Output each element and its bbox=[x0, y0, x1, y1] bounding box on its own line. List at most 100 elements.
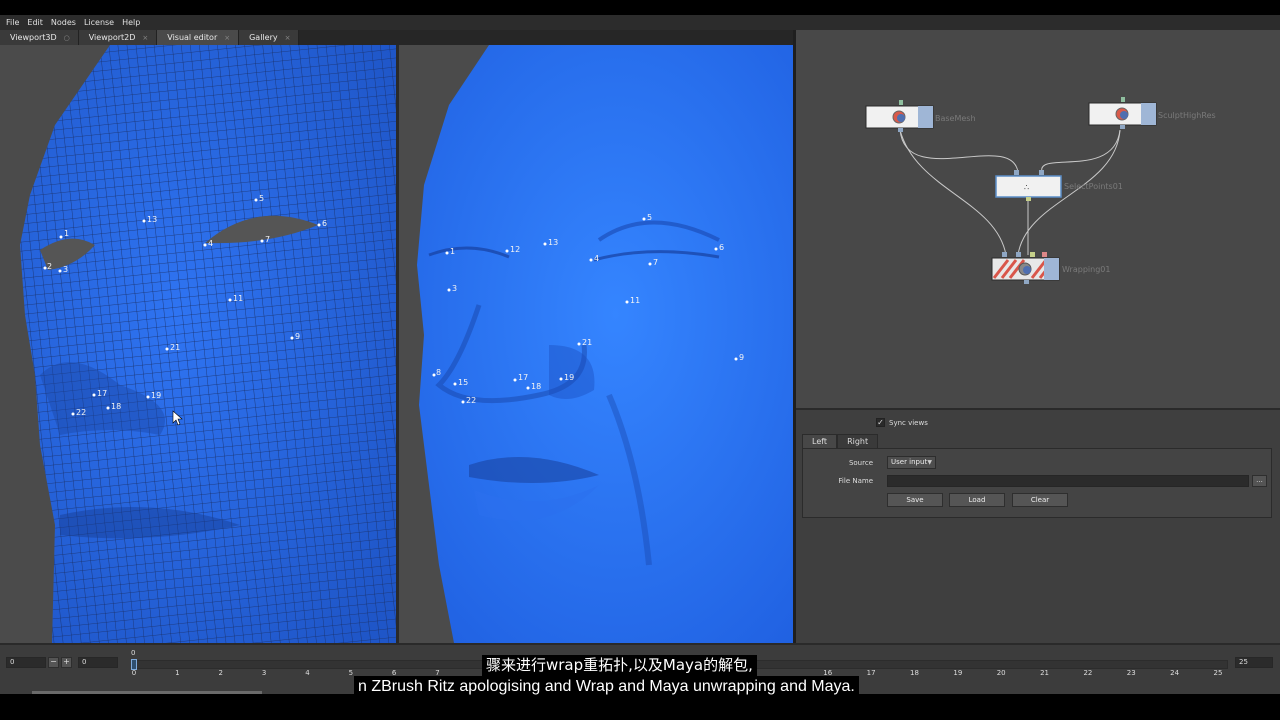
point-label: 1 bbox=[450, 247, 455, 256]
timeline-tick-label: 4 bbox=[305, 669, 310, 677]
timeline-current-marker: 0 bbox=[131, 649, 136, 657]
timeline-tick-label: 25 bbox=[1213, 669, 1223, 677]
node-label: SelectPoints01 bbox=[1064, 182, 1123, 191]
point-label: 8 bbox=[436, 368, 441, 377]
sync-views-row[interactable]: ✓ Sync views bbox=[876, 418, 928, 427]
sculpt-render: 1 12 13 5 4 7 6 3 11 21 9 8 15 17 18 19 … bbox=[417, 45, 793, 643]
left-settings-panel: Source User input ▼ File Name ... Save L… bbox=[802, 448, 1272, 518]
viewport-right-sculpt[interactable]: 1 12 13 5 4 7 6 3 11 21 9 8 15 17 18 19 … bbox=[399, 45, 793, 643]
tab-right[interactable]: Right bbox=[837, 434, 879, 448]
sync-views-label: Sync views bbox=[889, 418, 928, 427]
subtitle-english: n ZBrush Ritz apologising and Wrap and M… bbox=[354, 676, 859, 697]
point-label: 13 bbox=[147, 215, 157, 224]
tab-close-icon[interactable]: × bbox=[142, 34, 148, 42]
menu-license[interactable]: License bbox=[84, 18, 114, 27]
timeline-tick-label: 0 bbox=[131, 669, 137, 677]
point-label: 21 bbox=[582, 338, 592, 347]
tab-close-icon[interactable]: × bbox=[285, 34, 291, 42]
timeline-tick-label: 1 bbox=[175, 669, 180, 677]
timeline-increment-button[interactable]: + bbox=[61, 657, 72, 668]
point-label: 3 bbox=[452, 284, 457, 293]
menu-edit[interactable]: Edit bbox=[27, 18, 43, 27]
point-label: 2 bbox=[47, 262, 52, 271]
tab-label: Gallery bbox=[249, 33, 278, 42]
letterbox-top bbox=[0, 0, 1280, 15]
timeline-tick-label: 20 bbox=[996, 669, 1006, 677]
tab-left[interactable]: Left bbox=[802, 434, 838, 448]
timeline-tick-label: 3 bbox=[261, 669, 267, 677]
tab-label: Viewport2D bbox=[88, 33, 136, 42]
timeline-end-field[interactable]: 25 bbox=[1235, 657, 1273, 668]
timeline-tick-label: 23 bbox=[1126, 669, 1136, 677]
viewport-left-basemesh[interactable]: 1 2 3 4 5 6 7 9 11 13 17 18 19 21 22 bbox=[0, 45, 396, 643]
point-label: 3 bbox=[63, 265, 68, 274]
point-label: 22 bbox=[76, 408, 86, 417]
node-label: Wrapping01 bbox=[1062, 265, 1110, 274]
point-label: 22 bbox=[466, 396, 476, 405]
point-label: 12 bbox=[510, 245, 520, 254]
timeline-tick-label: 18 bbox=[910, 669, 919, 677]
node-sculpthighres[interactable]: SculptHighRes bbox=[1088, 97, 1216, 129]
node-wrapping[interactable]: Wrapping01 bbox=[991, 252, 1110, 284]
menu-nodes[interactable]: Nodes bbox=[51, 18, 76, 27]
source-value: User input bbox=[891, 458, 928, 466]
side-tabs: Left Right bbox=[802, 434, 879, 448]
menu-help[interactable]: Help bbox=[122, 18, 140, 27]
tab-close-icon[interactable]: × bbox=[224, 34, 230, 42]
tab-close-icon[interactable]: ○ bbox=[64, 34, 70, 42]
source-dropdown[interactable]: User input ▼ bbox=[887, 456, 936, 469]
filename-input[interactable] bbox=[887, 475, 1249, 487]
tab-label: Visual editor bbox=[167, 33, 218, 42]
point-label: 18 bbox=[531, 382, 541, 391]
point-label: 15 bbox=[458, 378, 468, 387]
timeline-tick-label: 24 bbox=[1170, 669, 1180, 677]
node-graph-editor[interactable]: BaseMesh SculptHighRes ∴ SelectPoints01 bbox=[796, 30, 1280, 408]
node-graph: BaseMesh SculptHighRes ∴ SelectPoints01 bbox=[865, 97, 1216, 284]
subtitle-chinese: 骤来进行wrap重拓扑,以及Maya的解包, bbox=[482, 655, 757, 676]
tab-viewport3d[interactable]: Viewport3D ○ bbox=[0, 30, 79, 45]
point-label: 11 bbox=[233, 294, 243, 303]
node-label: SculptHighRes bbox=[1158, 111, 1216, 120]
menu-bar: File Edit Nodes License Help bbox=[0, 15, 1280, 30]
clear-button[interactable]: Clear bbox=[1012, 493, 1068, 507]
point-label: 17 bbox=[518, 373, 528, 382]
node-selectpoints[interactable]: ∴ SelectPoints01 bbox=[995, 170, 1123, 201]
node-label: BaseMesh bbox=[935, 114, 976, 123]
point-label: 4 bbox=[594, 254, 599, 263]
menu-file[interactable]: File bbox=[6, 18, 19, 27]
save-button[interactable]: Save bbox=[887, 493, 943, 507]
timeline-current-field[interactable]: 0 bbox=[78, 657, 118, 668]
viewport-tab-bar: Viewport3D ○ Viewport2D × Visual editor … bbox=[0, 30, 793, 45]
point-label: 7 bbox=[653, 258, 658, 267]
point-label: 1 bbox=[64, 229, 69, 238]
node-basemesh[interactable]: BaseMesh bbox=[865, 100, 976, 132]
timeline-start-field[interactable]: 0 bbox=[6, 657, 46, 668]
point-label: 17 bbox=[97, 389, 107, 398]
point-label: 6 bbox=[322, 219, 327, 228]
timeline-tick-label: 22 bbox=[1083, 669, 1093, 677]
sync-views-checkbox[interactable]: ✓ bbox=[876, 418, 885, 427]
timeline-tick-label: 17 bbox=[866, 669, 876, 677]
properties-panel: ✓ Sync views Left Right Source User inpu… bbox=[796, 408, 1280, 643]
load-button[interactable]: Load bbox=[949, 493, 1005, 507]
source-label: Source bbox=[848, 459, 873, 467]
filename-label: File Name bbox=[838, 477, 873, 485]
point-label: 7 bbox=[265, 235, 270, 244]
browse-button[interactable]: ... bbox=[1252, 475, 1267, 487]
point-label: 9 bbox=[739, 353, 744, 362]
point-label: 19 bbox=[564, 373, 574, 382]
timeline-tick-label: 21 bbox=[1040, 669, 1050, 677]
timeline-tick-label: 2 bbox=[218, 669, 223, 677]
point-label: 9 bbox=[295, 332, 300, 341]
point-label: 4 bbox=[208, 239, 213, 248]
timeline-decrement-button[interactable]: − bbox=[48, 657, 59, 668]
chevron-down-icon: ▼ bbox=[927, 459, 932, 466]
tab-gallery[interactable]: Gallery × bbox=[239, 30, 300, 45]
point-label: 11 bbox=[630, 296, 640, 305]
letterbox-bottom bbox=[0, 694, 1280, 720]
select-points-icon: ∴ bbox=[1024, 183, 1029, 192]
tab-viewport2d[interactable]: Viewport2D × bbox=[78, 30, 158, 45]
tab-visual-editor[interactable]: Visual editor × bbox=[157, 30, 240, 45]
point-label: 18 bbox=[111, 402, 121, 411]
point-label: 6 bbox=[719, 243, 724, 252]
